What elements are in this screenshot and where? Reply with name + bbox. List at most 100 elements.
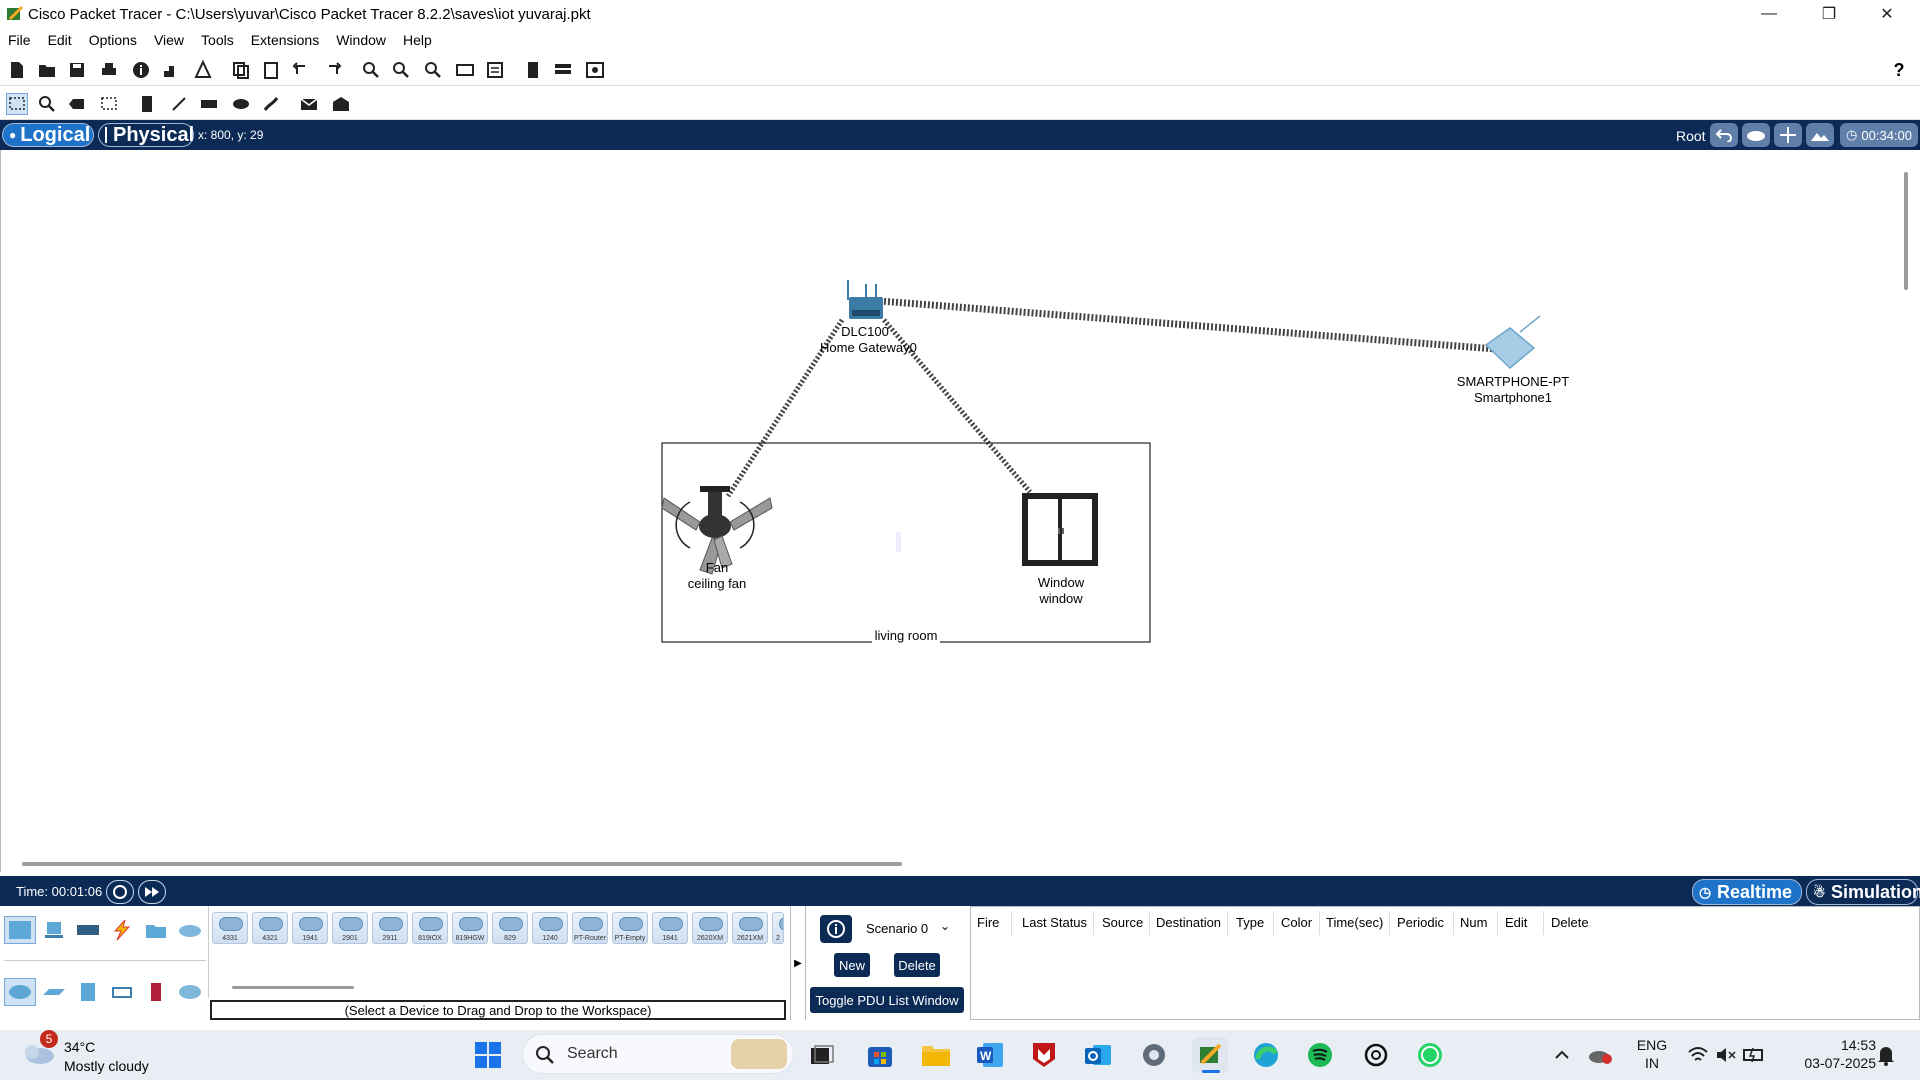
device-thumb-2620xm[interactable]: 2620XM	[692, 912, 728, 944]
horizontal-scrollbar[interactable]	[22, 862, 902, 866]
zoom-reset-icon[interactable]	[390, 59, 412, 81]
back-icon[interactable]	[1710, 123, 1738, 147]
vertical-scrollbar[interactable]	[1904, 172, 1908, 290]
col-destination[interactable]: Destination	[1156, 915, 1221, 930]
device-thumb-819iox[interactable]: 819IOX	[412, 912, 448, 944]
draw-rectangle-icon[interactable]	[198, 93, 220, 115]
tab-logical[interactable]: ● Logical	[2, 123, 94, 147]
zoom-out-icon[interactable]	[422, 59, 444, 81]
restore-button[interactable]: ❐	[1800, 0, 1858, 28]
draw-line-icon[interactable]	[168, 93, 190, 115]
outlook-icon[interactable]	[1080, 1037, 1116, 1073]
menu-view[interactable]: View	[154, 32, 184, 48]
weather-text[interactable]: 34°C Mostly cloudy	[64, 1038, 149, 1076]
minimize-button[interactable]: —	[1740, 0, 1798, 28]
input-language[interactable]: ENG IN	[1628, 1036, 1676, 1072]
windows-start-icon[interactable]	[470, 1037, 506, 1073]
menu-options[interactable]: Options	[89, 32, 137, 48]
scenario-info-button[interactable]	[820, 915, 852, 943]
taskbar-clock[interactable]: 14:53 03-07-2025	[1780, 1036, 1876, 1072]
fast-forward-icon[interactable]	[138, 880, 166, 904]
device-thumb-2621xm[interactable]: 2621XM	[732, 912, 768, 944]
network-devices-category-icon[interactable]	[4, 916, 36, 944]
activity-wizard-icon[interactable]	[160, 59, 182, 81]
settings-gear-icon[interactable]	[1136, 1037, 1172, 1073]
workspace-clock[interactable]: ◷ 00:34:00	[1840, 123, 1918, 147]
menu-help[interactable]: Help	[403, 32, 432, 48]
show-hidden-icons-chevron-icon[interactable]	[1544, 1037, 1580, 1073]
col-periodic[interactable]: Periodic	[1397, 915, 1444, 930]
delete-tool-icon[interactable]	[66, 93, 88, 115]
components-category-icon[interactable]	[72, 916, 104, 944]
col-last-status[interactable]: Last Status	[1022, 915, 1087, 930]
menu-tools[interactable]: Tools	[201, 32, 234, 48]
col-delete[interactable]: Delete	[1551, 915, 1589, 930]
device-list-scrollbar[interactable]	[232, 986, 354, 989]
undo-icon[interactable]	[290, 59, 312, 81]
security-subcategory-icon[interactable]	[140, 978, 172, 1006]
scenario-select[interactable]: Scenario 0 ⌄	[862, 917, 956, 939]
menu-extensions[interactable]: Extensions	[251, 32, 319, 48]
power-cycle-icon[interactable]	[106, 880, 134, 904]
zoom-in-icon[interactable]	[360, 59, 382, 81]
drawing-palette-icon[interactable]	[454, 59, 476, 81]
cloud-icon[interactable]	[1742, 123, 1770, 147]
paste-icon[interactable]	[260, 59, 282, 81]
redo-icon[interactable]	[322, 59, 344, 81]
col-edit[interactable]: Edit	[1505, 915, 1527, 930]
device-thumb-2901[interactable]: 2901	[332, 912, 368, 944]
network-info-icon[interactable]	[192, 59, 214, 81]
device-thumb-829[interactable]: 829	[492, 912, 528, 944]
taskbar-search-box[interactable]: Search	[522, 1034, 794, 1074]
move-icon[interactable]	[1774, 123, 1802, 147]
new-file-icon[interactable]	[6, 59, 28, 81]
print-icon[interactable]	[98, 59, 120, 81]
device-thumb-partial[interactable]: 2	[772, 912, 784, 944]
task-view-icon[interactable]	[804, 1037, 840, 1073]
resize-shape-icon[interactable]	[98, 93, 120, 115]
notifications-icon[interactable]	[1868, 1037, 1904, 1073]
complex-pdu-icon[interactable]	[330, 93, 352, 115]
col-time-sec[interactable]: Time(sec)	[1326, 915, 1383, 930]
col-fire[interactable]: Fire	[977, 915, 999, 930]
word-icon[interactable]: W	[972, 1037, 1008, 1073]
switches-subcategory-icon[interactable]	[38, 978, 70, 1006]
device-thumb-2911[interactable]: 2911	[372, 912, 408, 944]
menu-window[interactable]: Window	[336, 32, 386, 48]
copy-icon[interactable]	[230, 59, 252, 81]
new-scenario-button[interactable]: New	[834, 953, 870, 977]
hubs-subcategory-icon[interactable]	[72, 978, 104, 1006]
panel-splitter[interactable]: ▶	[790, 906, 806, 1020]
battery-charging-icon[interactable]	[1736, 1037, 1772, 1073]
info-icon[interactable]	[130, 59, 152, 81]
background-image-icon[interactable]	[1806, 123, 1834, 147]
notes-icon[interactable]	[522, 59, 544, 81]
tab-physical[interactable]: Physical	[98, 123, 194, 147]
device-thumb-pt-router[interactable]: PT-Router	[572, 912, 608, 944]
inspect-icon[interactable]	[36, 93, 58, 115]
packet-tracer-taskbar-icon[interactable]	[1192, 1037, 1228, 1073]
wireless-subcategory-icon[interactable]	[106, 978, 138, 1006]
mcafee-icon[interactable]	[1026, 1037, 1062, 1073]
tab-simulation[interactable]: ☃ Simulation	[1806, 879, 1920, 905]
window-device[interactable]	[1022, 493, 1098, 566]
col-type[interactable]: Type	[1236, 915, 1264, 930]
freeform-icon[interactable]	[260, 93, 282, 115]
device-thumb-819hgw[interactable]: 819HGW	[452, 912, 488, 944]
device-thumb-4331[interactable]: 4331	[212, 912, 248, 944]
multiuser-category-icon[interactable]	[174, 916, 206, 944]
device-thumb-1841[interactable]: 1841	[652, 912, 688, 944]
open-folder-icon[interactable]	[36, 59, 58, 81]
menu-file[interactable]: File	[8, 32, 31, 48]
device-thumb-4321[interactable]: 4321	[252, 912, 288, 944]
connections-category-icon[interactable]	[106, 916, 138, 944]
col-color[interactable]: Color	[1281, 915, 1312, 930]
device-thumb-1240[interactable]: 1240	[532, 912, 568, 944]
custom-devices-icon[interactable]	[484, 59, 506, 81]
chatgpt-icon[interactable]	[1358, 1037, 1394, 1073]
routers-subcategory-icon[interactable]	[4, 978, 36, 1006]
spotify-icon[interactable]	[1302, 1037, 1338, 1073]
cluster-icon[interactable]	[552, 59, 574, 81]
end-devices-category-icon[interactable]	[38, 916, 70, 944]
onedrive-error-icon[interactable]	[1582, 1037, 1618, 1073]
